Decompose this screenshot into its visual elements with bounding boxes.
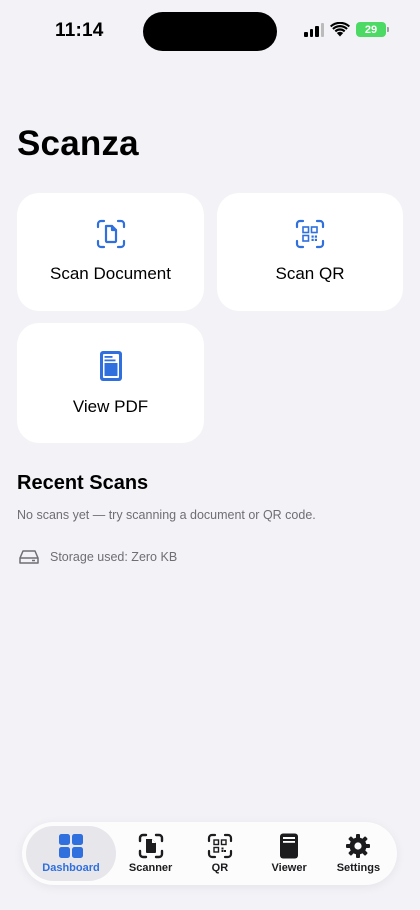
battery-level: 29: [364, 23, 378, 36]
viewer-document-icon: [280, 833, 299, 859]
storage-usage: Storage used: Zero KB: [19, 549, 177, 565]
recent-scans-heading: Recent Scans: [17, 472, 149, 494]
recent-scans-empty-message: No scans yet — try scanning a document o…: [17, 508, 316, 522]
scanner-icon: [138, 833, 163, 859]
status-bar: 11:14 29: [0, 0, 420, 62]
view-pdf-card[interactable]: View PDF: [17, 323, 204, 443]
tab-bar: Dashboard Scanner QR Viewer Settings: [22, 822, 397, 885]
view-pdf-label: View PDF: [72, 397, 149, 416]
battery-icon: 29: [356, 22, 389, 37]
scan-document-card[interactable]: Scan Document: [17, 193, 204, 311]
qr-code-icon: [207, 833, 232, 859]
scan-qr-card[interactable]: Scan QR: [217, 193, 403, 311]
dynamic-island: [143, 12, 277, 51]
pdf-document-icon: [99, 351, 122, 381]
qr-scan-icon: [295, 219, 325, 249]
gear-icon: [346, 834, 371, 858]
tab-viewer[interactable]: Viewer: [255, 826, 324, 881]
tab-scanner[interactable]: Scanner: [116, 826, 185, 881]
tab-settings-label: Settings: [336, 862, 381, 874]
status-icons: 29: [304, 22, 389, 37]
tab-qr-label: QR: [211, 862, 229, 874]
tab-settings[interactable]: Settings: [324, 826, 393, 881]
tab-qr[interactable]: QR: [185, 826, 254, 881]
wifi-icon: [330, 22, 350, 37]
page-title: Scanza: [17, 124, 139, 163]
tab-scanner-label: Scanner: [128, 862, 173, 874]
scan-document-label: Scan Document: [50, 264, 171, 283]
tab-viewer-label: Viewer: [271, 862, 307, 874]
storage-used-text: Storage used: Zero KB: [50, 550, 178, 564]
tab-dashboard[interactable]: Dashboard: [26, 826, 117, 881]
storage-drive-icon: [19, 550, 39, 564]
scan-document-icon: [96, 219, 125, 249]
tab-dashboard-label: Dashboard: [42, 862, 100, 874]
scan-qr-label: Scan QR: [275, 264, 345, 283]
status-time: 11:14: [55, 20, 104, 41]
cellular-signal-icon: [304, 22, 324, 37]
dashboard-grid-icon: [59, 834, 83, 858]
